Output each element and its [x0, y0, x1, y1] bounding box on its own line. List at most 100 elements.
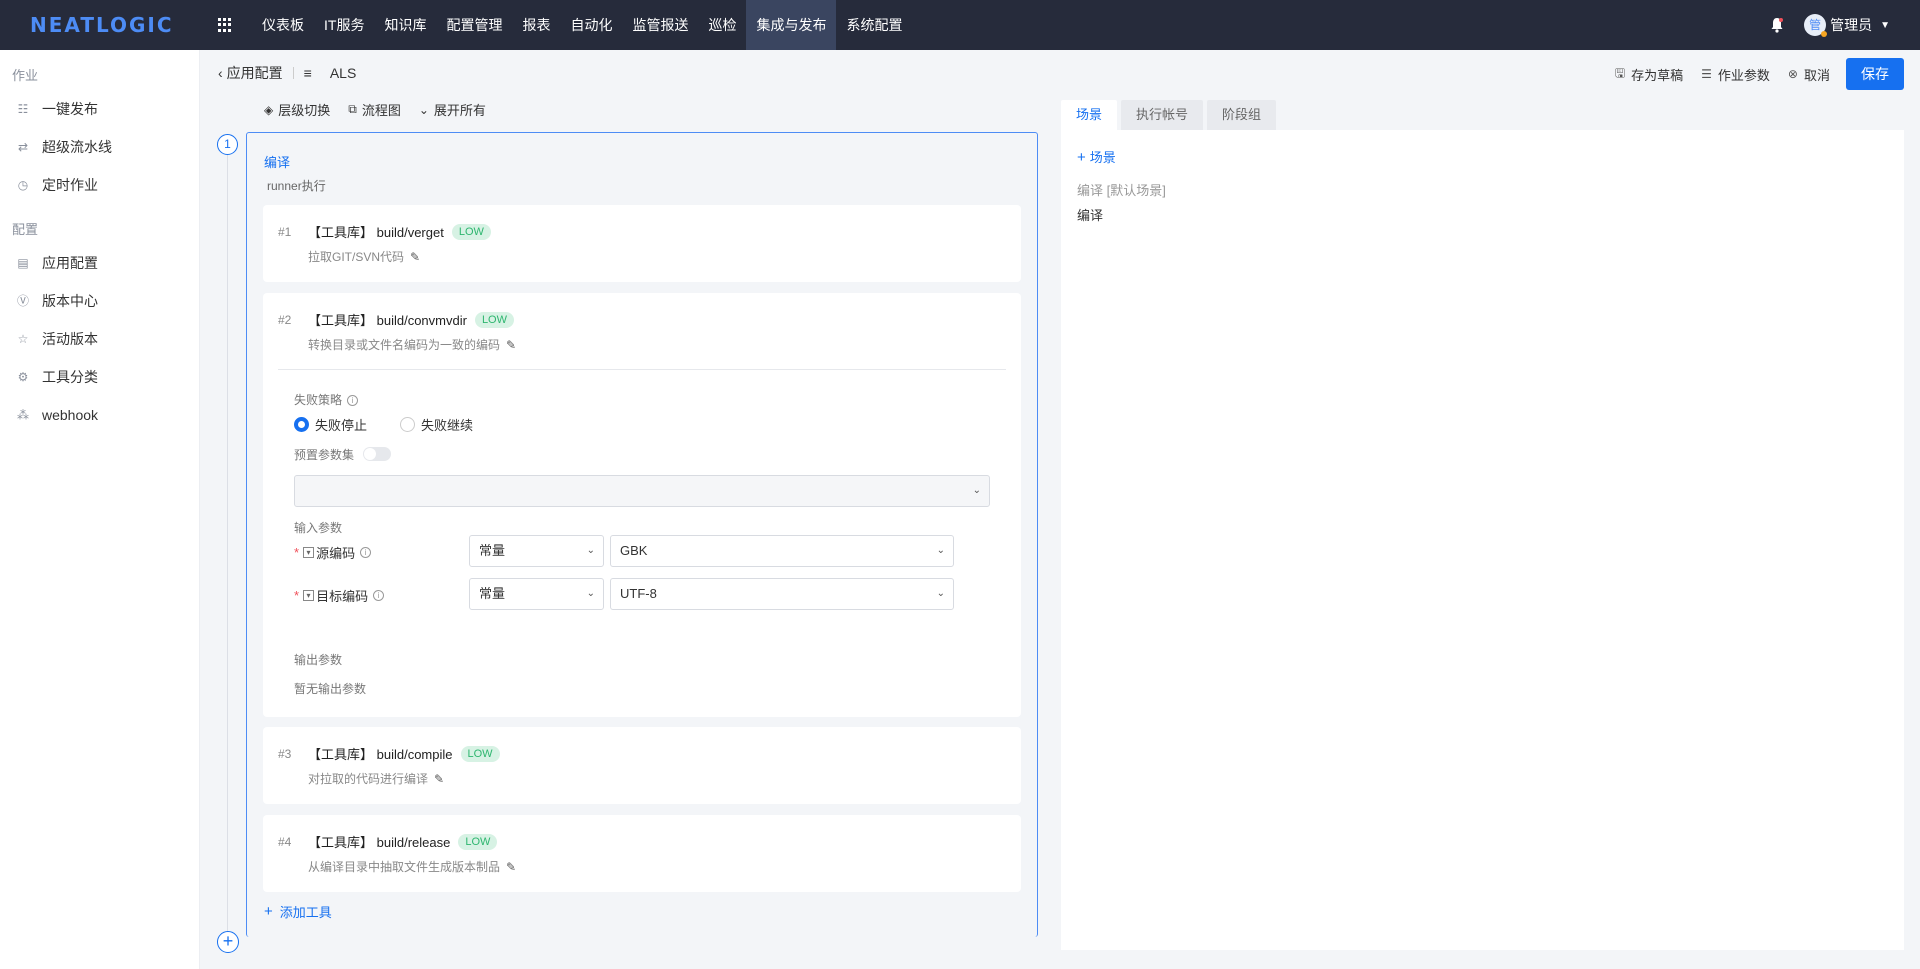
menu-icon[interactable]: ≡: [304, 65, 312, 81]
sidebar-item-one-click-publish[interactable]: ☷ 一键发布: [0, 90, 199, 128]
sidebar-item-label: 一键发布: [42, 101, 98, 117]
nav-item-regulatory[interactable]: 监管报送: [622, 0, 698, 50]
param-type-value: 常量: [479, 586, 506, 601]
chevron-left-icon[interactable]: ‹: [218, 65, 223, 81]
breadcrumb-divider: [292, 67, 294, 79]
flowchart-button[interactable]: ⧉ 流程图: [348, 100, 401, 119]
add-tool-button[interactable]: + 添加工具: [264, 902, 332, 921]
edit-icon[interactable]: ✎: [506, 338, 516, 352]
tool-card[interactable]: #1 【工具库】 build/verget LOW 拉取GIT/SVN代码 ✎: [263, 205, 1021, 282]
required-mark: *: [294, 545, 300, 560]
risk-badge: LOW: [474, 311, 514, 328]
tool-card-expanded[interactable]: #2 【工具库】 build/convmvdir LOW 转换目录或文件名编码为…: [263, 293, 1021, 717]
flowchart-label: 流程图: [361, 103, 401, 118]
radio-dot: [294, 417, 309, 432]
gear-icon: ⚙: [17, 370, 29, 384]
nav-item-it-service[interactable]: IT服务: [314, 0, 374, 50]
add-tool-label: 添加工具: [279, 905, 332, 920]
user-name[interactable]: 管理员: [1830, 15, 1872, 35]
fail-stop-radio[interactable]: 失败停止: [294, 415, 367, 434]
nav-item-dashboard[interactable]: 仪表板: [252, 0, 314, 50]
sidebar-item-version-center[interactable]: Ⓥ 版本中心: [0, 282, 199, 320]
nav-item-cmdb[interactable]: 配置管理: [436, 0, 512, 50]
tab-scene[interactable]: 场景: [1061, 100, 1118, 130]
chevron-down-icon[interactable]: ▼: [1880, 20, 1890, 31]
input-params-label: 输入参数: [294, 521, 343, 535]
expand-all-label: 展开所有: [433, 103, 486, 118]
sidebar-item-scheduled-job[interactable]: ◷ 定时作业: [0, 166, 199, 204]
expand-all-button[interactable]: ⌄ 展开所有: [419, 100, 486, 119]
param-type-select[interactable]: 常量 ⌄: [469, 578, 604, 610]
avatar[interactable]: 管: [1804, 14, 1828, 37]
header-actions: 🖫 存为草稿 ☰ 作业参数 ⊗ 取消 保存: [1597, 58, 1904, 90]
radio-dot: [400, 417, 415, 432]
expand-box-icon[interactable]: ▾: [303, 590, 315, 601]
top-nav: NEATLOGIC 仪表板 IT服务 知识库 配置管理 报表 自动化 监管报送 …: [0, 0, 1920, 50]
nav-item-deploy[interactable]: 集成与发布: [746, 0, 837, 50]
preset-params-select[interactable]: ⌄: [294, 475, 990, 507]
apps-grid-icon[interactable]: [218, 18, 232, 32]
job-params-button[interactable]: ☰ 作业参数: [1701, 65, 1770, 84]
sidebar-item-active-version[interactable]: ☆ 活动版本: [0, 320, 199, 358]
tool-card-header: #4 【工具库】 build/release LOW: [278, 832, 498, 851]
sidebar-item-app-config[interactable]: ▤ 应用配置: [0, 244, 199, 282]
sidebar-item-pipeline[interactable]: ⇄ 超级流水线: [0, 128, 199, 166]
param-value-select[interactable]: GBK ⌄: [610, 535, 954, 567]
param-value: UTF-8: [620, 586, 657, 601]
add-scene-button[interactable]: + 场景: [1077, 147, 1116, 166]
nav-item-inspection[interactable]: 巡检: [698, 0, 746, 50]
save-icon: 🖫: [1614, 65, 1626, 80]
risk-badge: LOW: [458, 833, 498, 850]
fail-continue-radio[interactable]: 失败继续: [400, 415, 473, 434]
tab-stage-group[interactable]: 阶段组: [1207, 100, 1277, 130]
param-type-select[interactable]: 常量 ⌄: [469, 535, 604, 567]
logo[interactable]: NEATLOGIC: [0, 13, 203, 37]
info-icon[interactable]: i: [373, 590, 385, 601]
edit-icon[interactable]: ✎: [506, 860, 516, 874]
save-draft-button[interactable]: 🖫 存为草稿: [1615, 64, 1683, 85]
info-icon[interactable]: i: [360, 547, 372, 558]
tool-index: #2: [278, 312, 292, 327]
sidebar-item-tool-category[interactable]: ⚙ 工具分类: [0, 358, 199, 396]
expand-box-icon[interactable]: ▾: [303, 547, 315, 558]
param-value-select[interactable]: UTF-8 ⌄: [610, 578, 954, 610]
nav-user-area: 管 管理员 ▼: [1770, 14, 1920, 37]
nav-item-knowledge[interactable]: 知识库: [374, 0, 436, 50]
level-switch-button[interactable]: ◈ 层级切换: [264, 100, 330, 119]
publish-icon: ☷: [17, 102, 29, 116]
nav-item-automation[interactable]: 自动化: [560, 0, 622, 50]
phase-number: 1: [217, 134, 238, 155]
plus-icon: +: [264, 903, 273, 920]
save-button[interactable]: 保存: [1846, 58, 1904, 90]
tool-card[interactable]: #4 【工具库】 build/release LOW 从编译目录中抽取文件生成版…: [263, 815, 1021, 892]
edit-icon[interactable]: ✎: [434, 772, 444, 786]
phase-panel[interactable]: 编译 runner执行 #1 【工具库】 build/verget LOW 拉取…: [246, 132, 1038, 937]
bell-icon[interactable]: [1770, 17, 1784, 33]
scene-list-item[interactable]: 编译: [1077, 205, 1103, 224]
breadcrumb-back-link[interactable]: 应用配置: [227, 63, 283, 83]
preset-params-toggle[interactable]: [363, 447, 391, 461]
add-phase-button[interactable]: +: [217, 931, 239, 953]
tool-description: 对拉取的代码进行编译 ✎: [308, 770, 444, 787]
plus-icon: +: [1077, 149, 1086, 166]
param-type-value: 常量: [479, 543, 506, 558]
tab-exec-account[interactable]: 执行帐号: [1121, 100, 1204, 130]
edit-icon[interactable]: ✎: [410, 250, 420, 264]
info-icon[interactable]: i: [347, 395, 359, 407]
nav-item-system[interactable]: 系统配置: [836, 0, 912, 50]
sidebar-item-label: 版本中心: [42, 293, 98, 309]
risk-badge: LOW: [451, 223, 491, 240]
sidebar-item-label: 定时作业: [42, 177, 98, 193]
no-output-text: 暂无输出参数: [294, 682, 367, 696]
tool-card-header: #3 【工具库】 build/compile LOW: [278, 744, 500, 763]
sliders-icon: ☰: [1701, 67, 1712, 81]
cancel-button[interactable]: ⊗ 取消: [1788, 65, 1830, 84]
sidebar-item-webhook[interactable]: ⁂ webhook: [0, 396, 199, 434]
document-icon: ▤: [17, 256, 29, 270]
clock-icon: ◷: [17, 178, 29, 192]
tool-card[interactable]: #3 【工具库】 build/compile LOW 对拉取的代码进行编译 ✎: [263, 727, 1021, 804]
chevron-down-icon: ⌄: [936, 588, 945, 599]
nav-item-report[interactable]: 报表: [512, 0, 560, 50]
toolbar: ◈ 层级切换 ⧉ 流程图 ⌄ 展开所有: [264, 100, 504, 119]
phase-title[interactable]: 编译: [264, 152, 290, 171]
